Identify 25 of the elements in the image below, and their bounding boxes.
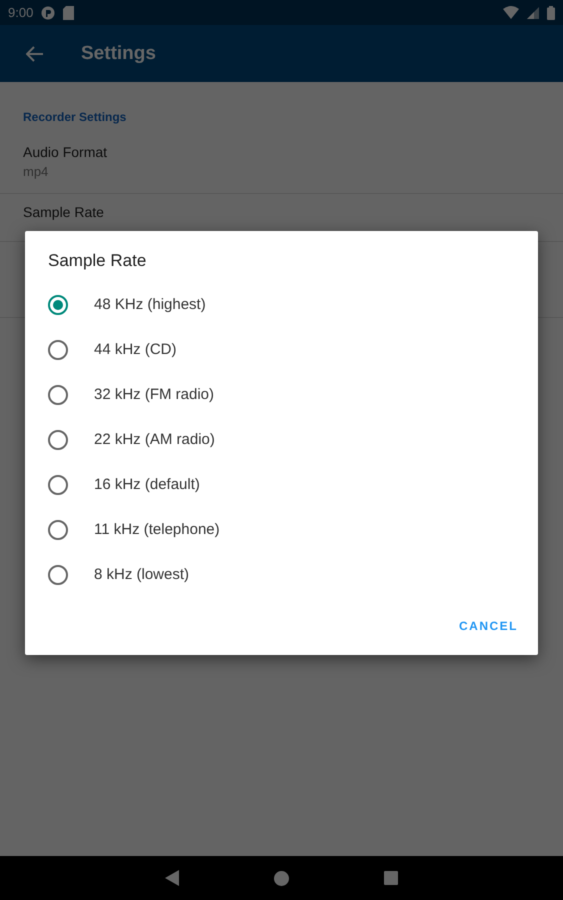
- radio-option[interactable]: 32 kHz (FM radio): [25, 372, 538, 417]
- radio-option[interactable]: 44 kHz (CD): [25, 327, 538, 372]
- status-time: 9:00: [8, 5, 34, 20]
- radio-unchecked-icon[interactable]: [48, 340, 68, 360]
- notification-icon: [41, 6, 56, 20]
- sd-card-icon: [63, 6, 74, 20]
- radio-option[interactable]: 11 kHz (telephone): [25, 507, 538, 552]
- radio-option[interactable]: 8 kHz (lowest): [25, 552, 538, 597]
- radio-option[interactable]: 22 kHz (AM radio): [25, 417, 538, 462]
- radio-unchecked-icon[interactable]: [48, 474, 68, 494]
- app-bar-title: Settings: [81, 42, 156, 64]
- battery-icon: [547, 6, 555, 20]
- back-nav-icon[interactable]: [165, 870, 179, 886]
- radio-unchecked-icon[interactable]: [48, 384, 68, 404]
- dialog-title: Sample Rate: [47, 251, 148, 272]
- section-header: Recorder Settings: [22, 109, 128, 126]
- radio-unchecked-icon[interactable]: [48, 430, 68, 450]
- radio-unchecked-icon[interactable]: [48, 564, 68, 584]
- radio-checked-icon[interactable]: [48, 294, 68, 314]
- radio-option[interactable]: 48 KHz (highest): [25, 282, 538, 327]
- radio-option[interactable]: 16 kHz (default): [25, 462, 538, 507]
- wifi-icon: [503, 6, 519, 19]
- home-nav-icon[interactable]: [274, 870, 289, 886]
- radio-unchecked-icon[interactable]: [48, 520, 68, 540]
- back-arrow-icon[interactable]: [26, 46, 44, 62]
